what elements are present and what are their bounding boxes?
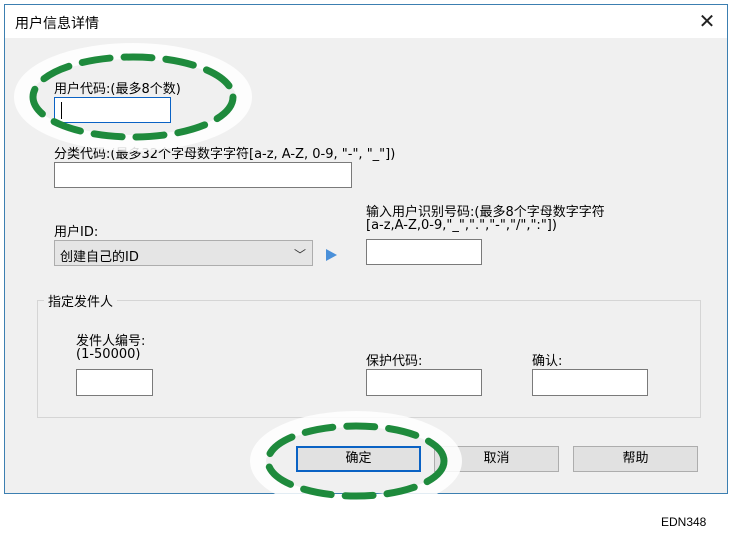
highlight-ok-button [250,411,462,511]
figure-code: EDN348 [661,515,707,529]
highlight-overlay [14,43,462,511]
highlight-user-code [14,43,252,151]
